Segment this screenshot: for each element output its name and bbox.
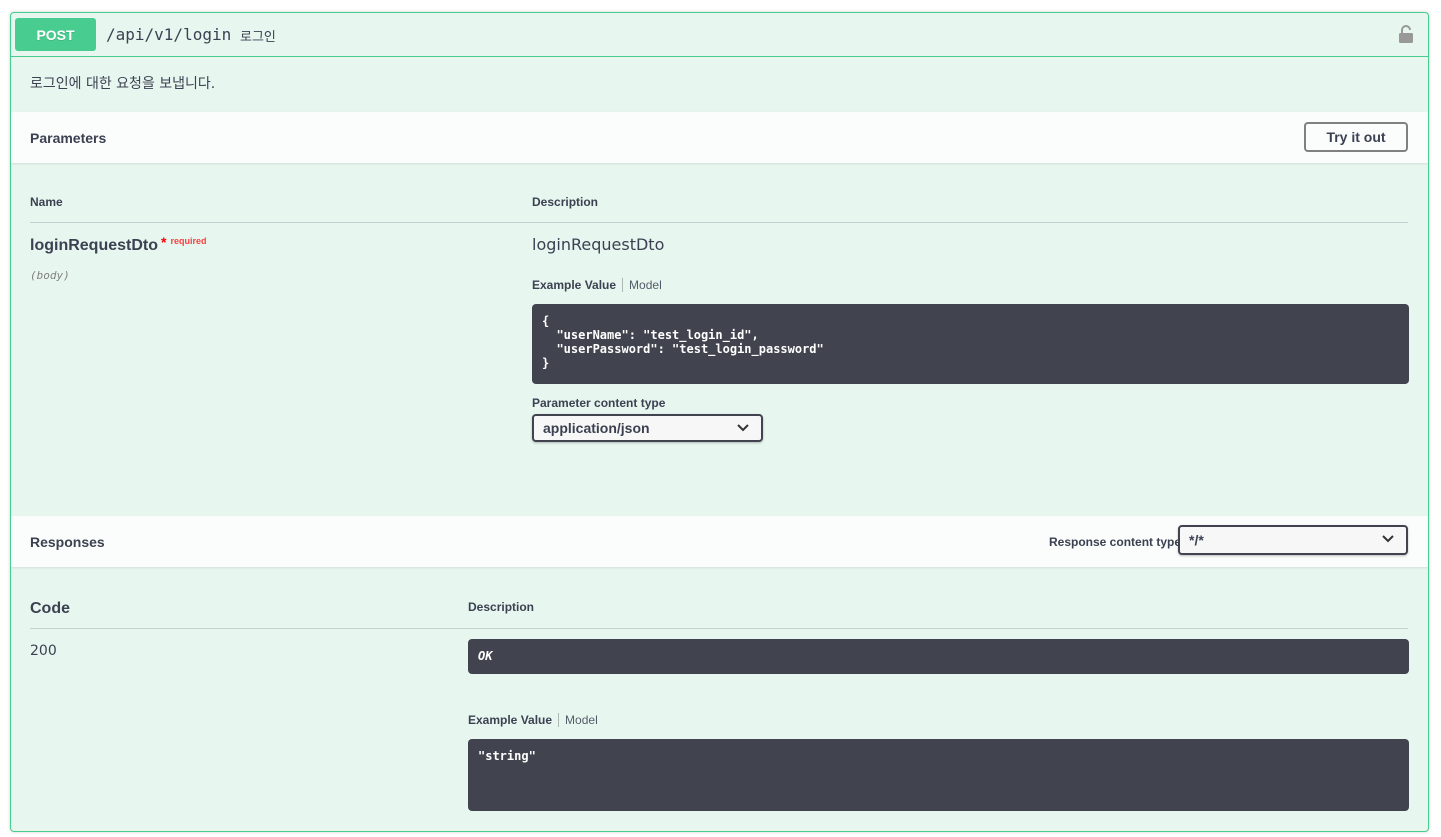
- operation-path: /api/v1/login: [106, 25, 232, 44]
- response-code: 200: [30, 643, 57, 659]
- param-content-type-select[interactable]: application/json: [532, 414, 763, 442]
- param-col-name: Name: [30, 195, 63, 209]
- chevron-down-icon: [737, 424, 749, 432]
- response-example-code: "string": [468, 739, 1409, 811]
- required-label: required: [170, 236, 207, 246]
- response-content-type-label: Response content type: [1049, 535, 1182, 549]
- parameters-title: Parameters: [30, 130, 107, 146]
- responses-title: Responses: [30, 534, 105, 550]
- param-content-type-value: application/json: [543, 420, 650, 436]
- response-description: OK: [468, 639, 1409, 674]
- response-col-description: Description: [468, 600, 535, 614]
- try-it-out-button[interactable]: Try it out: [1304, 122, 1408, 152]
- param-name-text: loginRequestDto: [30, 237, 158, 254]
- parameters-header: Parameters Try it out: [11, 112, 1428, 163]
- param-location: (body): [30, 269, 70, 282]
- responses-header: Responses Response content type */*: [11, 516, 1428, 567]
- operation-summary[interactable]: POST /api/v1/login 로그인: [11, 13, 1428, 57]
- operation-description: 로그인에 대한 요청을 보냅니다.: [30, 76, 216, 92]
- required-star: *: [161, 234, 167, 250]
- response-content-type-select[interactable]: */*: [1178, 525, 1408, 555]
- param-header-divider: [30, 222, 1408, 223]
- tab-example-value[interactable]: Example Value: [532, 278, 622, 292]
- param-name: loginRequestDto * required: [30, 234, 207, 255]
- param-col-description: Description: [532, 195, 599, 209]
- param-content-type-label: Parameter content type: [532, 396, 666, 410]
- method-badge: POST: [15, 18, 96, 51]
- param-example-code: { "userName": "test_login_id", "userPass…: [532, 304, 1409, 384]
- operation-summary-text: 로그인: [240, 30, 276, 45]
- unlocked-padlock-icon[interactable]: [1398, 24, 1414, 44]
- tab-model[interactable]: Model: [622, 278, 662, 292]
- chevron-down-icon: [1382, 535, 1394, 543]
- response-content-type-value: */*: [1189, 532, 1204, 548]
- param-example-tabs: Example Value Model: [532, 278, 662, 292]
- response-col-code: Code: [30, 600, 70, 617]
- tab-example-value[interactable]: Example Value: [468, 713, 558, 727]
- response-header-divider: [30, 628, 1408, 629]
- response-example-tabs: Example Value Model: [468, 713, 598, 727]
- tab-model[interactable]: Model: [558, 713, 598, 727]
- param-schema-title: loginRequestDto: [532, 235, 665, 254]
- operation-block-post-login: POST /api/v1/login 로그인 로그인에 대한 요청을 보냅니다.…: [10, 12, 1429, 832]
